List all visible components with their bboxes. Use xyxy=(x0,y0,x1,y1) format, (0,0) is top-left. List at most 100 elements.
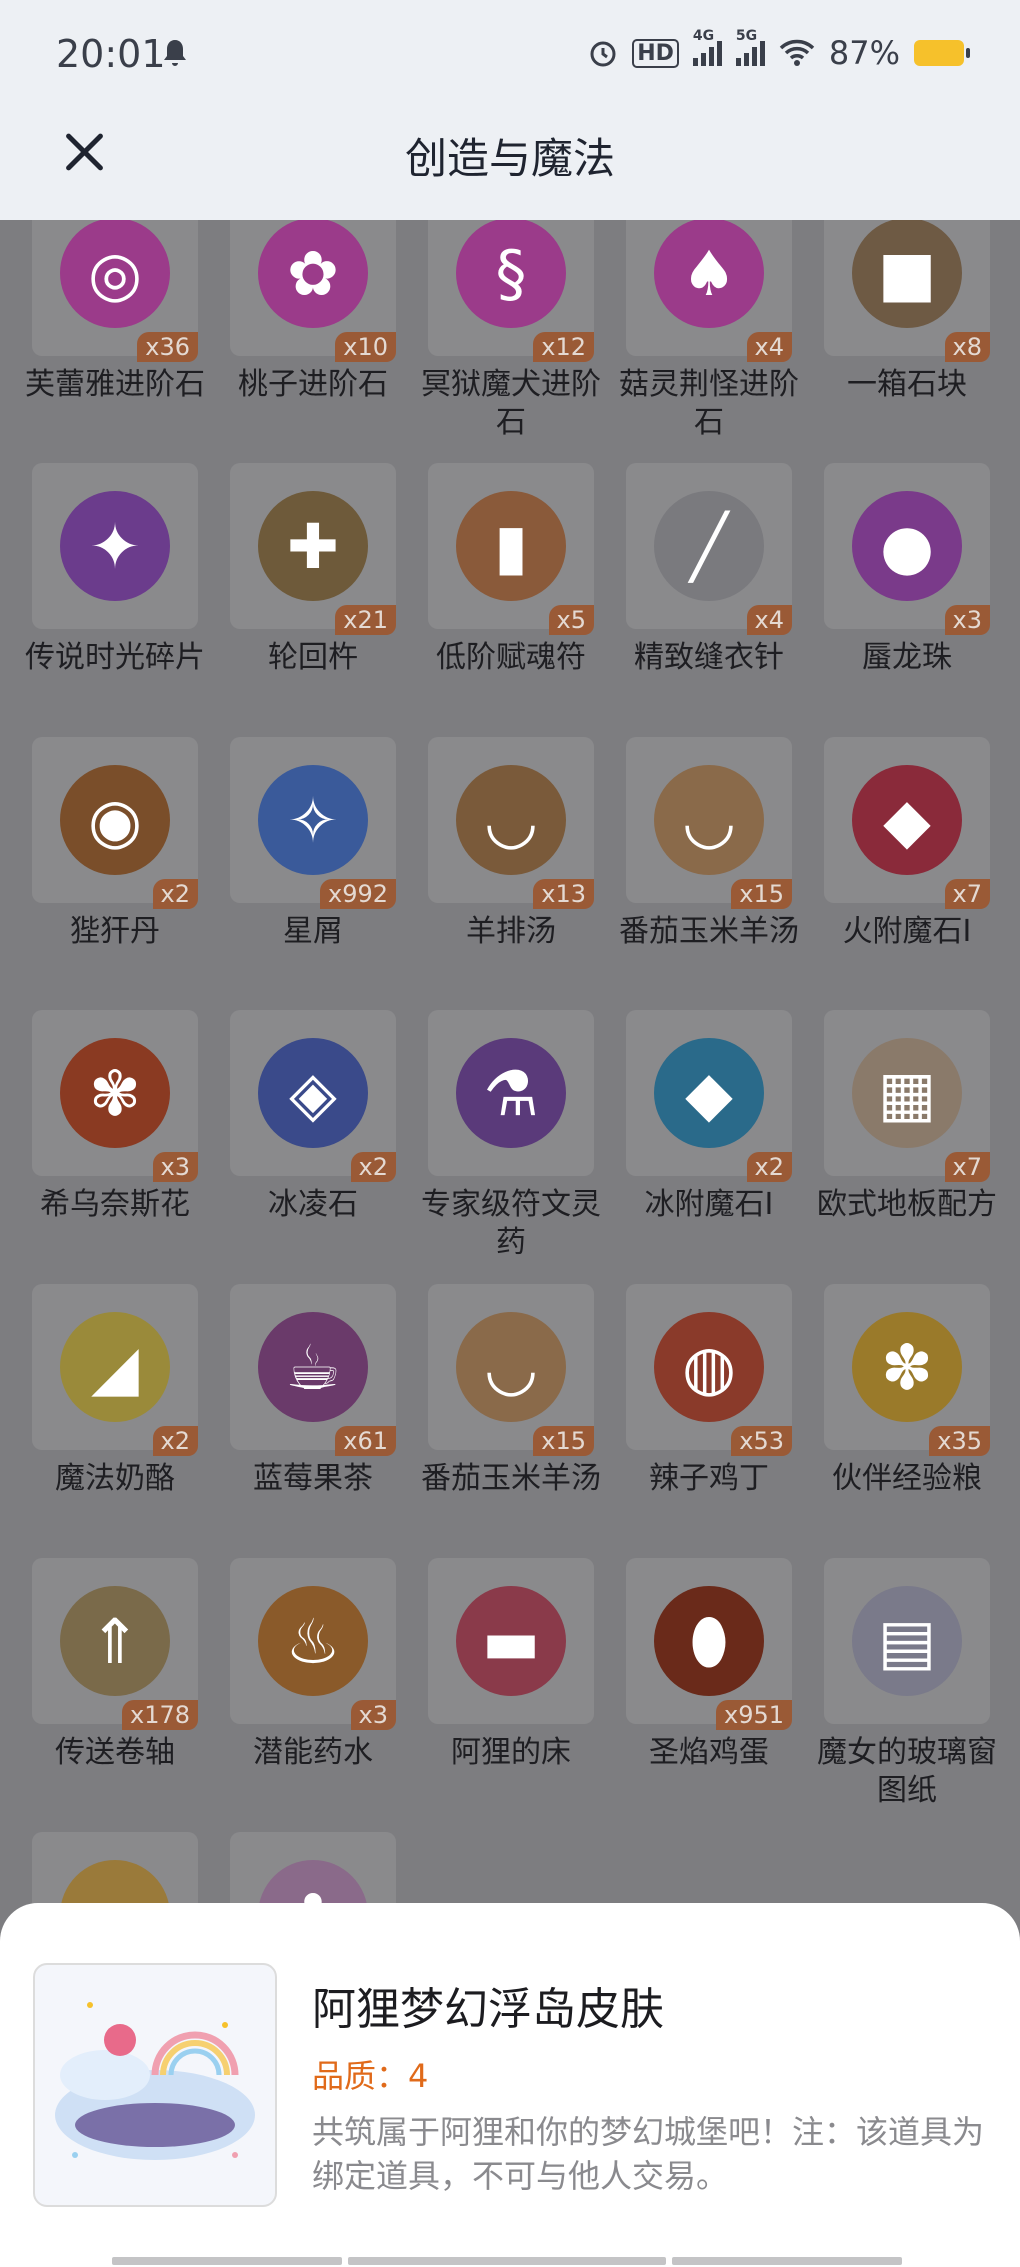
inventory-item[interactable]: ⚗ 专家级符文灵药 xyxy=(416,1010,606,1280)
blue-crystal-icon: ◆ xyxy=(654,1038,764,1148)
item-quantity-badge: x7 xyxy=(944,879,990,909)
dish-icon: ◍ xyxy=(654,1312,764,1422)
inventory-item[interactable]: ▬ 阿狸的床 xyxy=(416,1558,606,1828)
inventory-item[interactable]: ◎ x36 芙蕾雅进阶石 xyxy=(20,220,210,460)
item-name: 希乌奈斯花 xyxy=(40,1187,190,1222)
egg-icon: ⬮ xyxy=(654,1586,764,1696)
item-quantity-badge: x8 xyxy=(944,332,990,362)
item-name: 冰凌石 xyxy=(268,1187,358,1222)
item-name: 魔女的玻璃窗图纸 xyxy=(817,1735,997,1808)
octagon-gem-icon: § xyxy=(456,220,566,328)
item-quantity-badge: x2 xyxy=(152,879,198,909)
inventory-item[interactable]: ╱ x4 精致缝衣针 xyxy=(614,463,804,733)
bed-icon: ▬ xyxy=(456,1586,566,1696)
item-name: 阿狸的床 xyxy=(451,1735,571,1770)
inventory-item[interactable]: ▤ 魔女的玻璃窗图纸 xyxy=(812,1558,1002,1828)
item-quantity-badge: x178 xyxy=(121,1700,198,1730)
item-quantity-badge: x21 xyxy=(335,605,396,635)
item-name: 冰附魔石I xyxy=(644,1187,774,1222)
potion-icon: ⚗ xyxy=(456,1038,566,1148)
inventory-item[interactable]: ♠ x4 菇灵荆怪进阶石 xyxy=(614,220,804,460)
inventory-item[interactable]: ▦ x7 欧式地板配方 xyxy=(812,1010,1002,1280)
inventory-item[interactable]: ✿ x10 桃子进阶石 xyxy=(218,220,408,460)
item-quantity-badge: x5 xyxy=(548,605,594,635)
inventory-item[interactable]: ✽ x35 伙伴经验粮 xyxy=(812,1284,1002,1554)
signal-5g-icon: 5G xyxy=(735,28,765,66)
inventory-item[interactable]: ■ x8 一箱石块 xyxy=(812,220,1002,460)
inventory-item[interactable]: ◡ x15 番茄玉米羊汤 xyxy=(614,737,804,1007)
inventory-item[interactable]: ♨ x3 潜能药水 xyxy=(218,1558,408,1828)
item-quantity-badge: x35 xyxy=(929,1426,990,1456)
tea-cup-icon: ☕ xyxy=(258,1312,368,1422)
item-thumbnail: ▬ xyxy=(428,1558,594,1724)
item-quantity-badge: x61 xyxy=(335,1426,396,1456)
floating-island-skin-icon xyxy=(33,1963,277,2207)
inventory-item[interactable]: ☕ x61 蓝莓果茶 xyxy=(218,1284,408,1554)
item-quantity-badge: x7 xyxy=(944,1152,990,1182)
item-quantity-badge: x53 xyxy=(731,1426,792,1456)
status-time: 20:01 xyxy=(56,32,166,76)
inventory-item[interactable]: ✦ 传说时光碎片 xyxy=(20,463,210,733)
item-name: 一箱石块 xyxy=(847,367,967,402)
crate-icon: ■ xyxy=(852,220,962,328)
item-name: 番茄玉米羊汤 xyxy=(619,914,799,949)
inventory-item[interactable]: ◍ x53 辣子鸡丁 xyxy=(614,1284,804,1554)
item-quantity-badge: x951 xyxy=(715,1700,792,1730)
scroll-icon: ▦ xyxy=(852,1038,962,1148)
item-thumbnail: ⚗ xyxy=(428,1010,594,1176)
item-name: 火附魔石I xyxy=(842,914,972,949)
soup-bowl-icon: ◡ xyxy=(654,765,764,875)
top-bar: 20:01 HD 4G 5G 87% 创造与魔法 xyxy=(0,0,1020,220)
page-title: 创造与魔法 xyxy=(404,134,615,183)
soup-bowl-icon: ◡ xyxy=(456,765,566,875)
battery-percent: 87% xyxy=(828,34,900,72)
detail-quality: 品质：4 xyxy=(312,2057,429,2095)
inventory-item[interactable]: ● x3 蜃龙珠 xyxy=(812,463,1002,733)
item-name: 专家级符文灵药 xyxy=(421,1187,601,1260)
item-detail-sheet: 阿狸梦幻浮岛皮肤 品质：4 共筑属于阿狸和你的梦幻城堡吧！注：该道具为绑定道具，… xyxy=(0,1903,1020,2267)
item-thumbnail: ▤ xyxy=(824,1558,990,1724)
item-name: 传送卷轴 xyxy=(55,1735,175,1770)
inventory-item[interactable]: ◆ x2 冰附魔石I xyxy=(614,1010,804,1280)
orb-icon: ● xyxy=(852,491,962,601)
inventory-item[interactable]: ✧ x992 星屑 xyxy=(218,737,408,1007)
inventory-item[interactable]: ▮ x5 低阶赋魂符 xyxy=(416,463,606,733)
item-quantity-badge: x10 xyxy=(335,332,396,362)
item-quantity-badge: x15 xyxy=(731,879,792,909)
octagon-gem-icon: ✿ xyxy=(258,220,368,328)
bottom-indicator xyxy=(112,2257,908,2265)
inventory-item[interactable]: ⬮ x951 圣焰鸡蛋 xyxy=(614,1558,804,1828)
stardust-icon: ✧ xyxy=(258,765,368,875)
item-quantity-badge: x3 xyxy=(152,1152,198,1182)
detail-item-name: 阿狸梦幻浮岛皮肤 xyxy=(312,1984,664,2035)
inventory-item[interactable]: ◡ x13 羊排汤 xyxy=(416,737,606,1007)
item-quantity-badge: x13 xyxy=(533,879,594,909)
wifi-icon xyxy=(779,39,815,66)
item-name: 辣子鸡丁 xyxy=(649,1461,769,1496)
red-crystal-icon: ◆ xyxy=(852,765,962,875)
item-quantity-badge: x12 xyxy=(533,332,594,362)
inventory-item[interactable]: ⇑ x178 传送卷轴 xyxy=(20,1558,210,1828)
inventory-item[interactable]: § x12 冥狱魔犬进阶石 xyxy=(416,220,606,460)
flower-icon: ✾ xyxy=(60,1038,170,1148)
item-name: 番茄玉米羊汤 xyxy=(421,1461,601,1496)
bag-icon: ✽ xyxy=(852,1312,962,1422)
inventory-item[interactable]: ◉ x2 狴犴丹 xyxy=(20,737,210,1007)
inventory-item[interactable]: ✾ x3 希乌奈斯花 xyxy=(20,1010,210,1280)
item-quantity-badge: x15 xyxy=(533,1426,594,1456)
inventory-item[interactable]: ◢ x2 魔法奶酪 xyxy=(20,1284,210,1554)
pestle-icon: ✚ xyxy=(258,491,368,601)
inventory-item[interactable]: ✚ x21 轮回杵 xyxy=(218,463,408,733)
item-name: 潜能药水 xyxy=(253,1735,373,1770)
inventory-item[interactable]: ◆ x7 火附魔石I xyxy=(812,737,1002,1007)
inventory-item[interactable]: ◈ x2 冰凌石 xyxy=(218,1010,408,1280)
hd-icon: HD xyxy=(632,38,679,68)
item-name: 桃子进阶石 xyxy=(238,367,388,402)
item-name: 欧式地板配方 xyxy=(817,1187,997,1222)
pill-icon: ◉ xyxy=(60,765,170,875)
needle-icon: ╱ xyxy=(654,491,764,601)
item-grid: ◎ x36 芙蕾雅进阶石 ✿ x10 桃子进阶石 § x12 冥狱魔犬进阶石 ♠ x4 菇灵荆怪进阶石… xyxy=(20,220,1010,1920)
octagon-gem-icon: ◎ xyxy=(60,220,170,328)
cheese-icon: ◢ xyxy=(60,1312,170,1422)
inventory-item[interactable]: ◡ x15 番茄玉米羊汤 xyxy=(416,1284,606,1554)
